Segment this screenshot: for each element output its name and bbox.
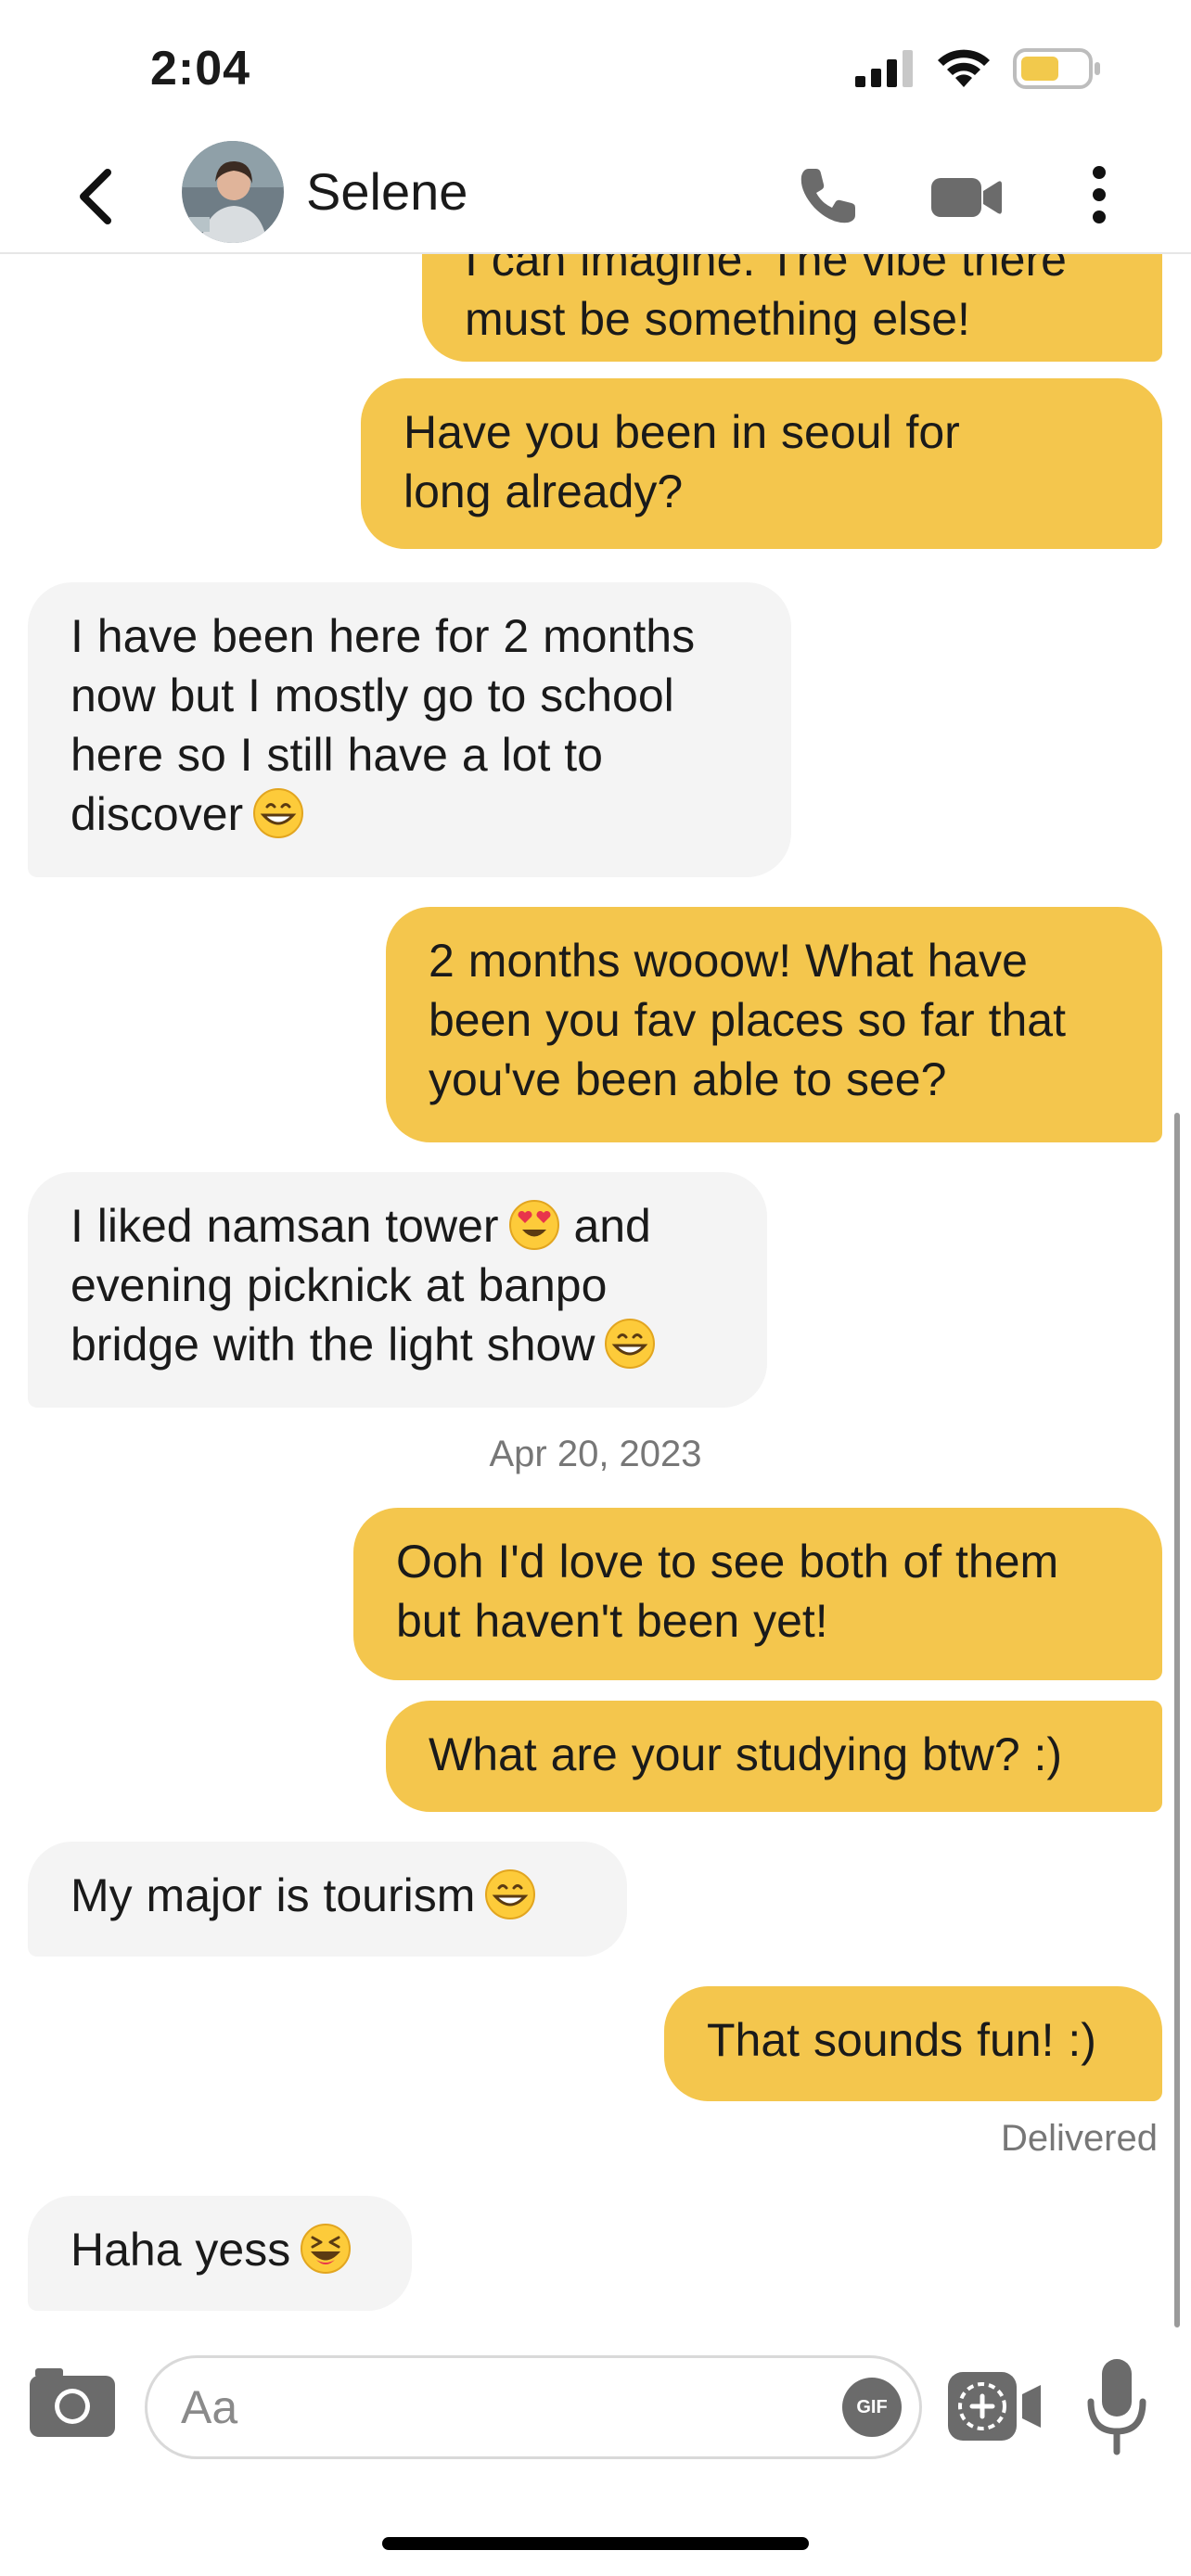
camera-icon [30, 2368, 115, 2437]
back-button[interactable] [61, 159, 135, 234]
message-text: 2 months wooow! What have been you fav p… [429, 935, 1066, 1105]
outgoing-message[interactable]: Have you been in seoul for long already? [361, 378, 1162, 549]
heart-eyes-emoji-icon [508, 1200, 559, 1250]
back-chevron-icon [80, 169, 111, 224]
chat-header: Selene [0, 139, 1191, 254]
incoming-message[interactable]: I liked namsan tower and evening picknic… [28, 1172, 767, 1408]
outgoing-message[interactable]: I can imagine. The vibe there must be so… [422, 254, 1162, 362]
message-text: That sounds fun! :) [707, 2014, 1096, 2066]
phone-icon [800, 169, 855, 223]
more-options-button[interactable] [1076, 158, 1122, 232]
status-time: 2:04 [150, 42, 251, 96]
microphone-button[interactable] [1083, 2355, 1150, 2457]
date-separator: Apr 20, 2023 [489, 1434, 702, 1474]
grinning-face-emoji-icon [485, 1869, 536, 1919]
message-text: What are your studying btw? :) [429, 1728, 1063, 1780]
microphone-icon [1087, 2359, 1146, 2455]
gif-button[interactable]: GIF [842, 2378, 902, 2437]
home-indicator[interactable] [382, 2537, 809, 2550]
more-vertical-icon [1093, 166, 1106, 223]
contact-avatar[interactable] [182, 141, 284, 243]
message-text: My major is tourism [70, 1869, 476, 1921]
outgoing-message[interactable]: 2 months wooow! What have been you fav p… [386, 907, 1162, 1142]
voice-call-button[interactable] [790, 159, 864, 234]
cellular-signal-icon [855, 50, 913, 87]
video-note-button[interactable] [944, 2365, 1046, 2448]
outgoing-message[interactable]: That sounds fun! :) [664, 1986, 1162, 2101]
message-text: Have you been in seoul for long already? [403, 406, 960, 517]
camera-button[interactable] [28, 2363, 117, 2441]
message-text: Haha yess [70, 2224, 291, 2276]
grinning-face-emoji-icon [605, 1319, 656, 1369]
outgoing-message[interactable]: What are your studying btw? :) [386, 1701, 1162, 1812]
laughing-squint-emoji-icon [301, 2224, 352, 2274]
status-bar: 2:04 [0, 0, 1191, 139]
video-call-button[interactable] [924, 159, 1007, 234]
video-note-icon [948, 2372, 1041, 2441]
incoming-message[interactable]: My major is tourism [28, 1842, 627, 1957]
outgoing-message[interactable]: Ooh I'd love to see both of them but hav… [353, 1508, 1162, 1680]
message-text: I liked namsan tower [70, 1200, 499, 1252]
message-input[interactable] [145, 2355, 922, 2459]
video-camera-icon [931, 178, 1002, 217]
chat-scrollbar[interactable] [1174, 1113, 1180, 2327]
grinning-face-emoji-icon [253, 788, 304, 838]
message-text: Ooh I'd love to see both of them but hav… [396, 1536, 1059, 1647]
message-list[interactable]: I can imagine. The vibe there must be so… [0, 254, 1191, 2315]
wifi-icon [938, 49, 990, 87]
message-text: I have been here for 2 months now but I … [70, 610, 696, 840]
battery-icon [1013, 48, 1100, 89]
contact-name[interactable]: Selene [306, 161, 467, 222]
incoming-message[interactable]: I have been here for 2 months now but I … [28, 582, 791, 877]
incoming-message[interactable]: Haha yess [28, 2196, 412, 2311]
message-text: I can imagine. The vibe there must be so… [465, 254, 1067, 345]
composer-bar: GIF [0, 2318, 1191, 2504]
delivery-status: Delivered [1001, 2118, 1158, 2159]
avatar-photo [182, 141, 284, 243]
